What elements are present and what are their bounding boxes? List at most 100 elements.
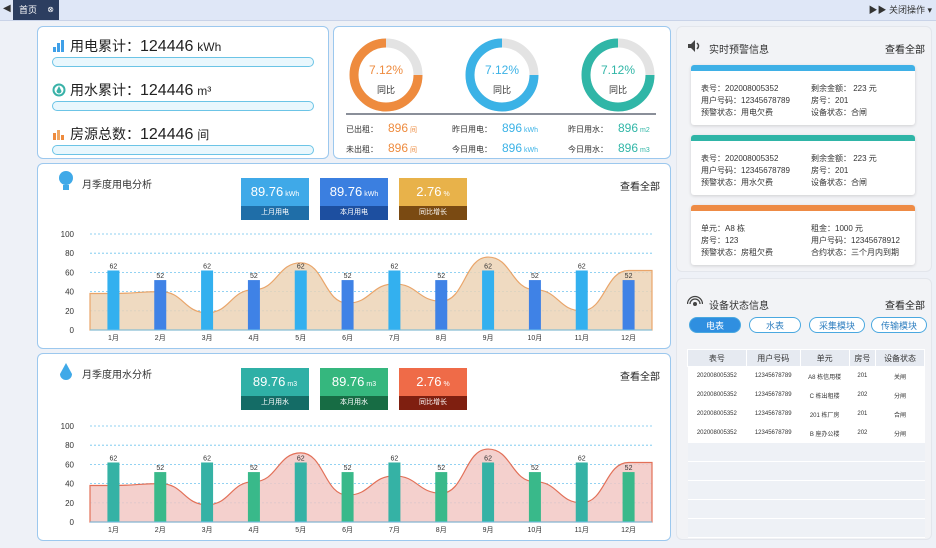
bar-value-label: 62 (110, 455, 118, 462)
donut-percent: 7.12% (368, 63, 404, 77)
kpi-label: 本月用水 (320, 396, 388, 410)
tab-close-icon[interactable]: ⊗ (47, 0, 54, 20)
stat-label: 房源总数： (70, 126, 140, 142)
tab-water-meter[interactable]: 水表 (749, 317, 801, 333)
kv-unit: kWh (524, 147, 539, 154)
bar[interactable] (575, 270, 588, 330)
bar[interactable] (107, 270, 120, 330)
bar[interactable] (201, 270, 214, 330)
bar-value-label: 62 (203, 263, 211, 270)
tab-collector-module[interactable]: 采集模块 (809, 317, 865, 333)
bar[interactable] (435, 280, 448, 330)
card-field: 用户号码：12345678789 (701, 166, 790, 175)
table-row[interactable]: 202008005352 12345678789 C 栋出租楼 202 分闸 (687, 385, 925, 405)
table-row[interactable]: 202008005352 12345678789 A8 栋信用楼 201 关闸 (687, 366, 925, 386)
bar-value-label: 52 (625, 273, 633, 280)
donut-panel: 7.12% 同比 7.12% 同比 7.12% 同比 已出租： 896 间 昨日用电… (333, 26, 671, 159)
see-all-link[interactable]: 查看全部 (620, 178, 660, 193)
bar[interactable] (341, 280, 354, 330)
bar[interactable] (107, 462, 120, 522)
kpi-unit: kWh (364, 191, 379, 198)
bar[interactable] (154, 280, 167, 330)
bar-value-label: 62 (391, 455, 399, 462)
bar[interactable] (528, 280, 541, 330)
electricity-chart: 0 20 40 60 80 100 62 1月 52 2月 62 3月 52 4月 62 5月 52 6月 62 7月… (61, 230, 653, 342)
bar-value-label: 62 (578, 263, 586, 270)
bar[interactable] (388, 462, 401, 522)
kpi-label: 上月用电 (241, 206, 309, 220)
cell: 202 (849, 385, 876, 405)
table-row[interactable]: 202008005352 12345678789 201 栋厂房 201 合闸 (687, 404, 925, 424)
water-chart: 0 20 40 60 80 100 62 1月 52 2月 62 3月 52 4月 62 5月 52 6月 62 7月… (61, 422, 653, 534)
bar-value-label: 62 (110, 263, 118, 270)
kv-unrented: 未出租： 896 间 (346, 141, 417, 155)
bar[interactable] (575, 462, 588, 522)
kpi-last-month: 89.76 m3 上月用水 (241, 368, 309, 410)
card-field: 房号：201 (811, 166, 849, 175)
bar[interactable] (622, 280, 635, 330)
bar[interactable] (388, 270, 401, 330)
bar-value-label: 62 (391, 263, 399, 270)
kpi-value: 2.76 (416, 374, 442, 389)
kpi-value: 89.76 (252, 374, 286, 389)
bar[interactable] (622, 472, 635, 522)
y-tick-label: 60 (65, 268, 74, 277)
bar-value-label: 52 (437, 273, 445, 280)
bar[interactable] (482, 270, 495, 330)
donut-electricity-today: 7.12% 同比 (462, 35, 542, 115)
card-field: 房号：201 (811, 96, 849, 105)
y-tick-label: 60 (65, 460, 74, 469)
bar[interactable] (341, 472, 354, 522)
card-stripe (691, 135, 915, 141)
bar[interactable] (482, 462, 495, 522)
bar[interactable] (528, 472, 541, 522)
tab-electric-meter[interactable]: 电表 (689, 317, 741, 333)
donut-label: 同比 (608, 85, 627, 95)
alert-card[interactable]: 单元：A8 栋 租金：1000 元 房号：123 用户号码：1234567891… (691, 205, 915, 265)
bar[interactable] (294, 270, 307, 330)
kv-unit: 间 (410, 147, 418, 154)
bar[interactable] (247, 280, 260, 330)
see-all-link[interactable]: 查看全部 (885, 297, 925, 312)
kpi-last-month: 89.76 kWh 上月用电 (241, 178, 309, 220)
stat-value: 124446 (140, 126, 194, 143)
card-field: 表号：202008005352 (701, 154, 779, 163)
card-stripe (691, 65, 915, 71)
col-header: 设备状态 (875, 349, 925, 367)
y-tick-label: 0 (70, 518, 75, 527)
alert-card[interactable]: 表号：202008005352 剩余金额： 223 元 用户号码：1234567… (691, 65, 915, 125)
bar[interactable] (247, 472, 260, 522)
see-all-link[interactable]: 查看全部 (620, 368, 660, 383)
kv-label: 未出租： (346, 145, 378, 154)
alert-card[interactable]: 表号：202008005352 剩余金额： 223 元 用户号码：1234567… (691, 135, 915, 195)
card-field: 预警状态：用水欠费 (701, 178, 773, 187)
kpi-unit: kWh (285, 191, 300, 198)
bar-value-label: 62 (297, 263, 305, 270)
kpi-top: 89.76 kWh (320, 178, 388, 206)
scroll-left-icon[interactable]: ◀ (3, 3, 11, 14)
top-bar: ◀ 首页 ⊗ ▶▶ 关闭操作 ▾ (0, 0, 936, 21)
bar[interactable] (154, 472, 167, 522)
bar[interactable] (201, 462, 214, 522)
tab-home[interactable]: 首页 ⊗ (13, 0, 59, 20)
table-row[interactable]: 202008005352 12345678789 B 座办公楼 202 分闸 (687, 423, 925, 443)
y-tick-label: 20 (65, 499, 74, 508)
donut-percent: 7.12% (484, 63, 520, 77)
card-field: 单元：A8 栋 (701, 224, 746, 233)
kpi-top: 89.76 kWh (241, 178, 309, 206)
stat-label: 用电累计： (70, 38, 140, 54)
table-header: 表号 用户号码 单元 房号 设备状态 (687, 349, 925, 367)
y-tick-label: 80 (65, 249, 74, 258)
kpi-label: 本月用电 (320, 206, 388, 220)
devices-title: 设备状态信息 (709, 301, 769, 312)
water-drop-icon (60, 363, 72, 380)
see-all-link[interactable]: 查看全部 (885, 41, 925, 56)
card-field: 剩余金额： 223 元 (811, 154, 877, 163)
kv-unit: m2 (640, 127, 650, 134)
bar[interactable] (294, 462, 307, 522)
x-tick-label: 1月 (108, 526, 119, 534)
bar[interactable] (435, 472, 448, 522)
tab-transmission-module[interactable]: 传输模块 (871, 317, 927, 333)
kv-unit: 间 (410, 127, 418, 134)
close-operations-button[interactable]: ▶▶ 关闭操作 ▾ (868, 3, 932, 16)
